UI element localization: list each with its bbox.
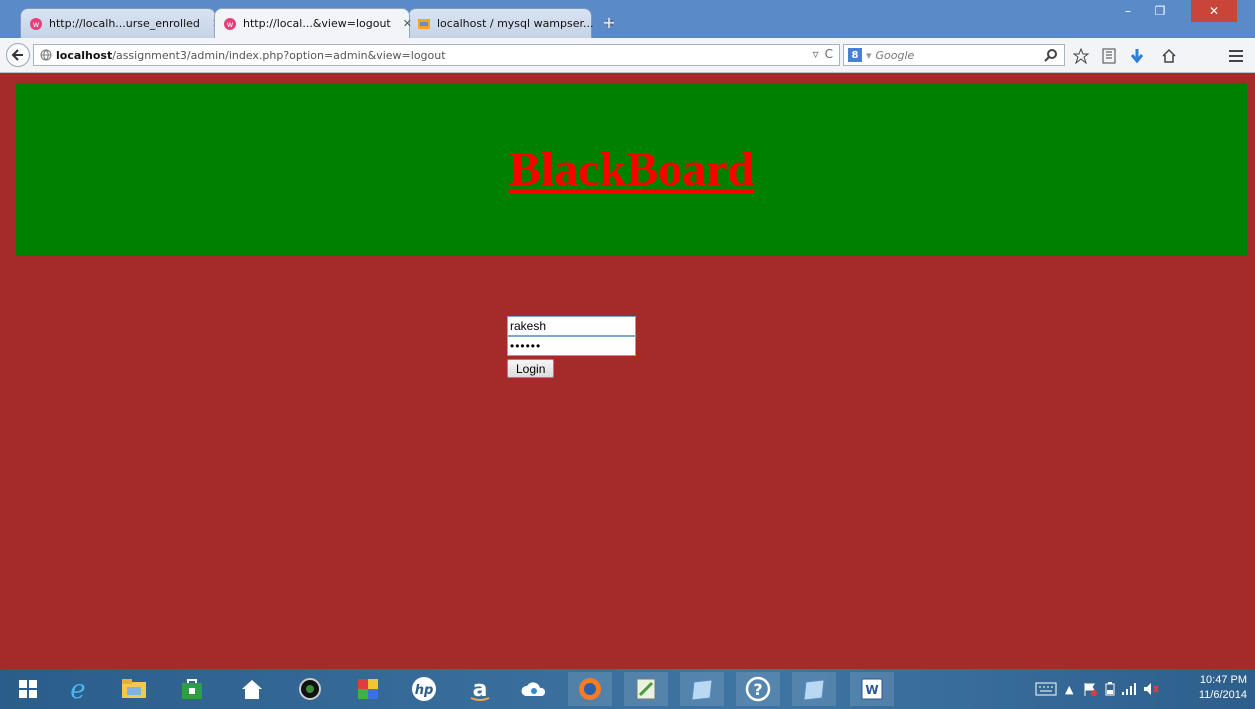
clock[interactable]: 10:47 PM 11/6/2014 — [1199, 673, 1247, 703]
menu-icon[interactable] — [1227, 47, 1245, 65]
firefox-icon[interactable] — [568, 672, 612, 706]
cloud-app-icon[interactable] — [512, 672, 556, 706]
phpmyadmin-icon — [417, 17, 431, 31]
page-title[interactable]: BlackBoard — [509, 142, 754, 197]
home-icon[interactable] — [230, 672, 274, 706]
svg-text:a: a — [473, 677, 488, 702]
maximize-button[interactable]: ❐ — [1145, 0, 1175, 22]
keyboard-icon[interactable] — [1035, 681, 1057, 697]
help-icon[interactable]: ? — [736, 672, 780, 706]
svg-text:?: ? — [753, 680, 762, 699]
network-signal-icon[interactable] — [1121, 681, 1137, 697]
dropdown-arrow-icon[interactable]: ▿ — [813, 47, 819, 61]
window-app-icon[interactable] — [680, 672, 724, 706]
globe-icon — [40, 49, 52, 61]
hp-icon[interactable]: hp — [402, 672, 446, 706]
window-app-icon-2[interactable] — [792, 672, 836, 706]
show-hidden-icons[interactable]: ▲ — [1065, 681, 1073, 697]
bookmarks-menu-icon[interactable] — [1100, 47, 1118, 65]
file-explorer-icon[interactable] — [112, 672, 156, 706]
word-icon[interactable]: W — [850, 672, 894, 706]
login-button[interactable]: Login — [507, 359, 555, 378]
bookmark-star-icon[interactable] — [1072, 47, 1090, 65]
back-button[interactable] — [6, 43, 30, 67]
reload-icon[interactable]: C — [825, 47, 833, 61]
url-host: localhost — [56, 48, 113, 62]
svg-text:w: w — [33, 20, 40, 29]
windows-start-icon[interactable] — [6, 672, 50, 706]
wamp-icon: w — [223, 17, 237, 31]
volume-muted-icon[interactable] — [1143, 681, 1159, 697]
svg-text:w: w — [227, 20, 234, 29]
tab-phpmyadmin[interactable]: localhost / mysql wampser... ✕ — [408, 8, 615, 38]
tab-course-enrolled[interactable]: w http://localh...urse_enrolled ✕ — [20, 8, 221, 38]
svg-text:W: W — [865, 683, 878, 697]
action-center-flag-icon[interactable] — [1083, 681, 1097, 697]
minimize-button[interactable]: – — [1113, 0, 1143, 22]
wamp-icon: w — [29, 17, 43, 31]
url-path: /assignment3/admin/index.php?option=admi… — [112, 48, 446, 62]
system-tray: ▲ 10:47 PM 11/6/2014 — [1025, 669, 1255, 709]
clock-time: 10:47 PM — [1199, 674, 1247, 686]
home-icon[interactable] — [1160, 47, 1178, 65]
new-tab-button[interactable]: + — [600, 14, 618, 32]
password-input[interactable] — [507, 336, 636, 356]
amazon-icon[interactable]: a — [458, 672, 502, 706]
close-window-button[interactable]: ✕ — [1191, 0, 1237, 22]
close-tab-icon[interactable]: ✕ — [403, 17, 412, 30]
battery-icon[interactable] — [1105, 681, 1115, 697]
store-icon[interactable] — [170, 672, 214, 706]
notepad-app-icon[interactable] — [624, 672, 668, 706]
login-form: Login — [507, 316, 636, 378]
google-icon[interactable]: 8 — [848, 48, 862, 62]
windows-taskbar: e hp a ? W ▲ 10:47 PM 11/6/2014 — [0, 669, 1255, 709]
tab-title: http://local...&view=logout — [243, 17, 391, 30]
tab-logout[interactable]: w http://local...&view=logout ✕ — [214, 8, 412, 38]
puzzle-app-icon[interactable] — [346, 672, 390, 706]
downloads-icon[interactable] — [1128, 47, 1146, 65]
svg-text:e: e — [70, 675, 85, 703]
site-header: BlackBoard — [16, 83, 1247, 256]
clock-date: 11/6/2014 — [1198, 689, 1247, 701]
internet-explorer-icon[interactable]: e — [56, 672, 100, 706]
search-bar[interactable]: 8 ▾ Google — [843, 44, 1065, 66]
svg-text:hp: hp — [415, 683, 434, 698]
tab-strip: w http://localh...urse_enrolled ✕ w http… — [0, 0, 1255, 40]
search-engine-dropdown-icon[interactable]: ▾ — [866, 49, 872, 62]
search-placeholder: Google — [875, 48, 915, 62]
navigation-toolbar: localhost/assignment3/admin/index.php?op… — [0, 38, 1255, 73]
username-input[interactable] — [507, 316, 636, 336]
address-bar[interactable]: localhost/assignment3/admin/index.php?op… — [33, 44, 840, 66]
camera-app-icon[interactable] — [288, 672, 332, 706]
search-icon[interactable] — [1044, 48, 1058, 65]
tab-title: localhost / mysql wampser... — [437, 17, 594, 30]
tab-title: http://localh...urse_enrolled — [49, 17, 200, 30]
back-arrow-icon — [11, 49, 23, 61]
